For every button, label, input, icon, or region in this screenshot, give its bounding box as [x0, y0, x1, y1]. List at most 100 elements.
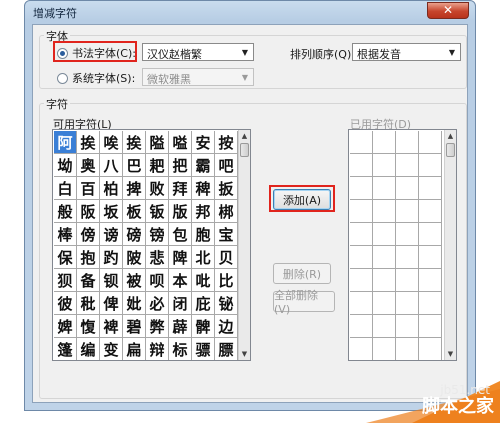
- char-cell[interactable]: 本: [169, 269, 192, 292]
- char-cell[interactable]: 嗌: [169, 131, 192, 154]
- char-cell[interactable]: 八: [100, 154, 123, 177]
- char-cell[interactable]: 骠: [192, 338, 215, 360]
- char-cell[interactable]: 髀: [192, 315, 215, 338]
- title-bar[interactable]: 增减字符 ✕: [25, 1, 475, 23]
- char-cell[interactable]: 抱: [77, 246, 100, 269]
- char-cell[interactable]: 裨: [100, 315, 123, 338]
- close-button[interactable]: ✕: [427, 2, 469, 19]
- char-cell[interactable]: 包: [169, 223, 192, 246]
- char-cell[interactable]: 扳: [215, 177, 238, 200]
- char-cell[interactable]: 备: [77, 269, 100, 292]
- scroll-thumb[interactable]: [446, 143, 455, 157]
- char-cell[interactable]: 膘: [215, 338, 238, 360]
- char-cell[interactable]: 败: [146, 177, 169, 200]
- char-cell[interactable]: 棒: [54, 223, 77, 246]
- char-cell[interactable]: 把: [169, 154, 192, 177]
- char-cell[interactable]: 按: [215, 131, 238, 154]
- char-cell[interactable]: 彼: [54, 292, 77, 315]
- system-font-radio[interactable]: 系统字体(S):: [57, 70, 135, 86]
- char-cell[interactable]: 安: [192, 131, 215, 154]
- delete-all-button[interactable]: 全部删除(V): [273, 289, 335, 316]
- char-cell[interactable]: 弊: [146, 315, 169, 338]
- char-cell[interactable]: 坳: [54, 154, 77, 177]
- char-cell[interactable]: 胞: [192, 223, 215, 246]
- char-cell[interactable]: 挨: [77, 131, 100, 154]
- char-cell[interactable]: 钡: [100, 269, 123, 292]
- char-cell[interactable]: 标: [169, 338, 192, 360]
- char-cell[interactable]: 婢: [54, 315, 77, 338]
- char-cell[interactable]: 版: [169, 200, 192, 223]
- char-cell[interactable]: 保: [54, 246, 77, 269]
- char-cell[interactable]: 北: [192, 246, 215, 269]
- char-cell[interactable]: 稗: [192, 177, 215, 200]
- char-cell[interactable]: 边: [215, 315, 238, 338]
- char-cell[interactable]: 梆: [215, 200, 238, 223]
- char-cell[interactable]: 柏: [100, 177, 123, 200]
- char-cell[interactable]: 陂: [123, 246, 146, 269]
- char-cell[interactable]: 奥: [77, 154, 100, 177]
- char-cell[interactable]: 俾: [100, 292, 123, 315]
- char-cell[interactable]: 庇: [192, 292, 215, 315]
- char-cell[interactable]: 挨: [123, 131, 146, 154]
- char-cell[interactable]: 愎: [77, 315, 100, 338]
- char-cell[interactable]: 呗: [146, 269, 169, 292]
- char-cell[interactable]: 吧: [215, 154, 238, 177]
- char-cell[interactable]: 吡: [192, 269, 215, 292]
- char-cell[interactable]: 编: [77, 338, 100, 360]
- char-cell[interactable]: 比: [215, 269, 238, 292]
- char-cell[interactable]: 镑: [146, 223, 169, 246]
- char-cell[interactable]: 傍: [77, 223, 100, 246]
- char-cell[interactable]: 捭: [123, 177, 146, 200]
- char-cell[interactable]: 扁: [123, 338, 146, 360]
- delete-button[interactable]: 删除(R): [273, 263, 331, 284]
- add-button[interactable]: 添加(A): [273, 189, 331, 210]
- available-chars-grid[interactable]: 阿挨唉挨隘嗌安按坳奥八巴耙把霸吧白百柏捭败拜稗扳般阪坂板钣版邦梆棒傍谤磅镑包胞宝…: [52, 129, 251, 361]
- char-cell[interactable]: 坂: [100, 200, 123, 223]
- vertical-scrollbar[interactable]: ▲ ▼: [238, 130, 250, 360]
- scroll-down-icon[interactable]: ▼: [239, 348, 250, 360]
- scroll-up-icon[interactable]: ▲: [445, 130, 456, 142]
- char-cell[interactable]: 狈: [54, 269, 77, 292]
- char-cell[interactable]: 百: [77, 177, 100, 200]
- char-cell[interactable]: 邦: [192, 200, 215, 223]
- char-cell[interactable]: 辩: [146, 338, 169, 360]
- char-cell[interactable]: 秕: [77, 292, 100, 315]
- char-cell[interactable]: 悲: [146, 246, 169, 269]
- char-cell[interactable]: 被: [123, 269, 146, 292]
- char-cell[interactable]: 霸: [192, 154, 215, 177]
- char-cell[interactable]: 必: [146, 292, 169, 315]
- sort-order-select[interactable]: 根据发音 ▼: [352, 43, 461, 61]
- vertical-scrollbar[interactable]: ▲ ▼: [444, 130, 456, 360]
- char-cell[interactable]: 拜: [169, 177, 192, 200]
- char-cell[interactable]: 白: [54, 177, 77, 200]
- calligraphy-font-radio[interactable]: 书法字体(C):: [57, 45, 136, 61]
- char-cell[interactable]: 磅: [123, 223, 146, 246]
- char-cell[interactable]: 谤: [100, 223, 123, 246]
- char-cell[interactable]: 陴: [169, 246, 192, 269]
- scroll-down-icon[interactable]: ▼: [445, 348, 456, 360]
- char-cell[interactable]: 薜: [169, 315, 192, 338]
- char-cell[interactable]: 板: [123, 200, 146, 223]
- scroll-up-icon[interactable]: ▲: [239, 130, 250, 142]
- char-cell[interactable]: 隘: [146, 131, 169, 154]
- used-chars-grid[interactable]: ▲ ▼: [348, 129, 457, 361]
- char-cell[interactable]: 巴: [123, 154, 146, 177]
- char-cell[interactable]: 耙: [146, 154, 169, 177]
- scroll-thumb[interactable]: [240, 143, 249, 157]
- char-cell[interactable]: 阪: [77, 200, 100, 223]
- char-cell[interactable]: 铋: [215, 292, 238, 315]
- char-cell[interactable]: 碧: [123, 315, 146, 338]
- char-cell[interactable]: 宝: [215, 223, 238, 246]
- char-cell[interactable]: 阿: [54, 131, 77, 154]
- char-cell[interactable]: 般: [54, 200, 77, 223]
- system-font-select[interactable]: 微软雅黑 ▼: [142, 68, 254, 86]
- char-cell[interactable]: 趵: [100, 246, 123, 269]
- char-cell[interactable]: 唉: [100, 131, 123, 154]
- calligraphy-font-select[interactable]: 汉仪赵楷繁 ▼: [142, 43, 254, 61]
- char-cell[interactable]: 变: [100, 338, 123, 360]
- char-cell[interactable]: 闭: [169, 292, 192, 315]
- char-cell[interactable]: 钣: [146, 200, 169, 223]
- char-cell[interactable]: 妣: [123, 292, 146, 315]
- char-cell[interactable]: 贝: [215, 246, 238, 269]
- char-cell[interactable]: 篷: [54, 338, 77, 360]
